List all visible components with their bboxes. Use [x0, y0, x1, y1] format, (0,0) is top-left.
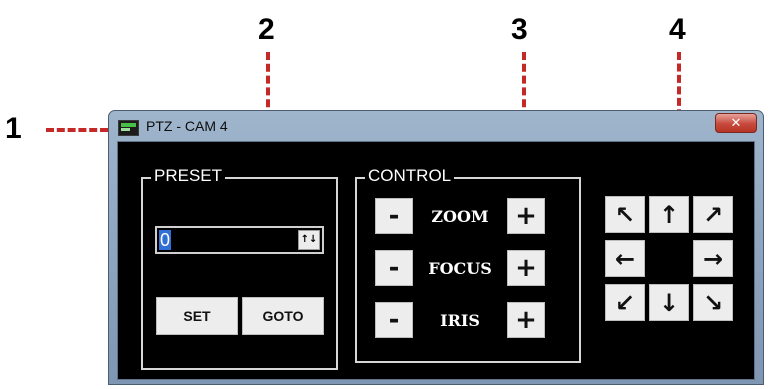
- preset-group-label: PRESET: [151, 166, 226, 186]
- arrow-down-right-icon: ↘: [702, 288, 724, 317]
- arrow-down-icon: ↓: [658, 288, 680, 317]
- control-group-label: CONTROL: [365, 166, 455, 186]
- tilt-down-button[interactable]: ↓: [649, 284, 689, 321]
- iris-minus-button[interactable]: -: [375, 302, 413, 338]
- zoom-minus-button[interactable]: -: [375, 198, 413, 234]
- arrow-right-icon: →: [702, 244, 724, 273]
- callout-2: 2: [258, 13, 275, 46]
- pan-right-button[interactable]: →: [693, 240, 733, 277]
- camera-app-icon: [118, 120, 139, 136]
- set-button[interactable]: SET: [156, 297, 238, 335]
- goto-button[interactable]: GOTO: [242, 297, 324, 335]
- pan-up-right-button[interactable]: ↗: [693, 196, 733, 233]
- arrow-up-right-icon: ↗: [702, 200, 724, 229]
- ptz-window: PTZ - CAM 4 ✕ PRESET 0 ↑↓ SET GOTO CONTR…: [108, 110, 764, 385]
- zoom-label: ZOOM: [431, 207, 489, 226]
- spinner-up-down-icon[interactable]: ↑↓: [298, 230, 320, 250]
- callout-4: 4: [669, 13, 686, 46]
- arrow-down-left-icon: ↙: [614, 288, 636, 317]
- callout-1-line: [46, 128, 108, 132]
- arrow-up-icon: ↑: [658, 200, 680, 229]
- callout-3: 3: [511, 13, 528, 46]
- preset-spinner[interactable]: 0 ↑↓: [155, 226, 324, 254]
- tilt-up-button[interactable]: ↑: [649, 196, 689, 233]
- zoom-plus-button[interactable]: +: [507, 198, 545, 234]
- window-title: PTZ - CAM 4: [146, 118, 228, 134]
- pan-left-button[interactable]: ←: [605, 240, 645, 277]
- close-button[interactable]: ✕: [715, 113, 757, 133]
- pan-down-left-button[interactable]: ↙: [605, 284, 645, 321]
- iris-label: IRIS: [440, 311, 480, 330]
- focus-plus-button[interactable]: +: [507, 250, 545, 286]
- close-icon: ✕: [730, 116, 742, 131]
- pan-down-right-button[interactable]: ↘: [693, 284, 733, 321]
- control-group: CONTROL - ZOOM + - FOCUS + - IRIS +: [355, 166, 581, 363]
- goto-button-label: GOTO: [262, 308, 304, 324]
- callout-1: 1: [5, 112, 22, 145]
- arrow-left-icon: ←: [614, 244, 636, 273]
- client-area: PRESET 0 ↑↓ SET GOTO CONTROL - ZOOM + - …: [117, 141, 755, 380]
- pan-up-left-button[interactable]: ↖: [605, 196, 645, 233]
- iris-plus-button[interactable]: +: [507, 302, 545, 338]
- title-bar[interactable]: PTZ - CAM 4 ✕: [109, 111, 763, 141]
- focus-minus-button[interactable]: -: [375, 250, 413, 286]
- set-button-label: SET: [183, 308, 211, 324]
- focus-label: FOCUS: [428, 259, 492, 278]
- preset-value[interactable]: 0: [159, 230, 172, 250]
- preset-group: PRESET 0 ↑↓ SET GOTO: [141, 166, 338, 370]
- arrow-up-left-icon: ↖: [614, 200, 636, 229]
